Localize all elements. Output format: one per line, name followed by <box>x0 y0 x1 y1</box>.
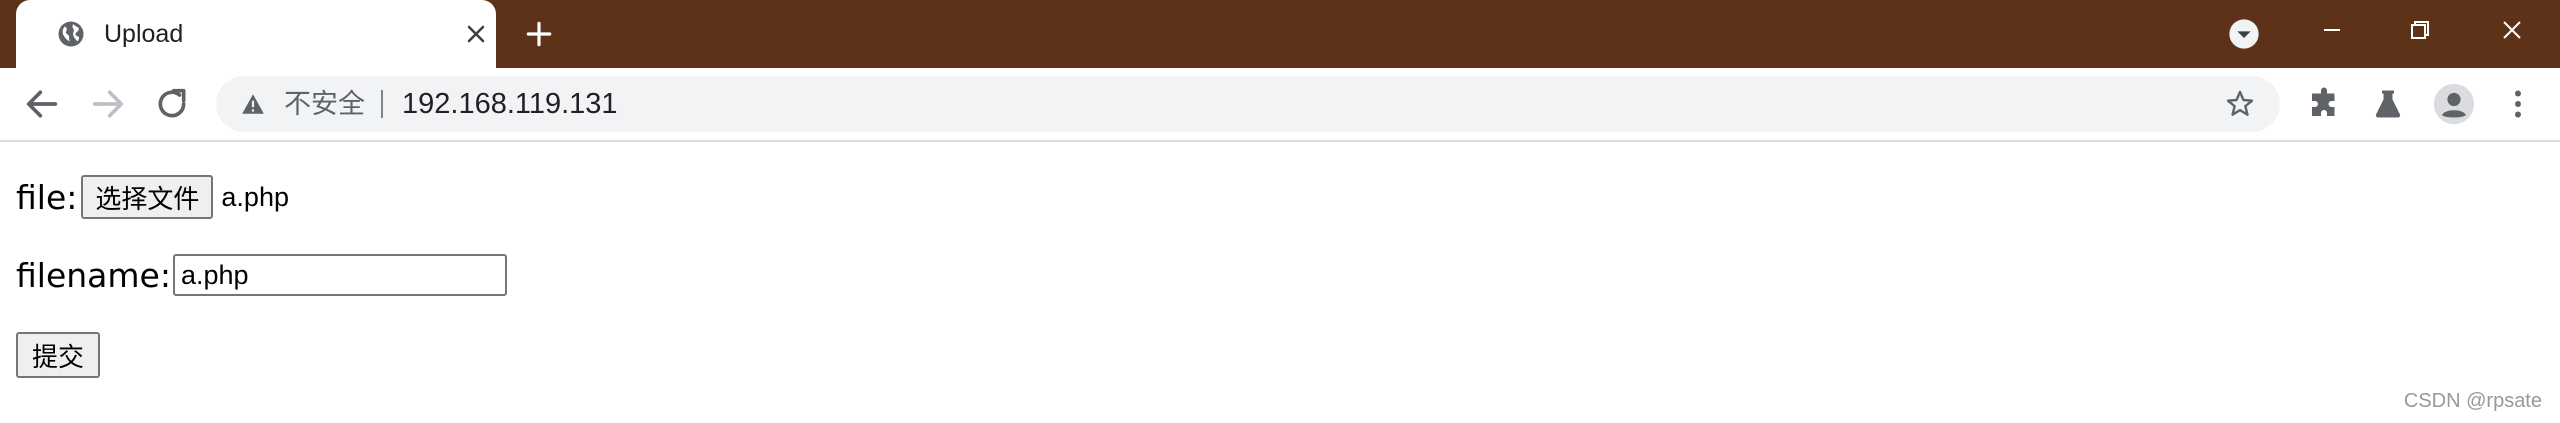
page-content: file: 选择文件 a.php filename: 提交 CSDN @rpsa… <box>0 142 2560 423</box>
tab-strip: Upload <box>0 0 2560 68</box>
labs-flask-icon[interactable] <box>2370 86 2406 122</box>
bookmark-star-icon[interactable] <box>2224 88 2256 120</box>
filename-label: filename: <box>16 255 171 295</box>
file-label: file: <box>16 177 78 217</box>
browser-window: Upload 不安全 192.168.119.131 file: 选择文件 a.… <box>0 0 2560 423</box>
back-icon[interactable] <box>22 84 62 124</box>
warning-icon[interactable] <box>240 91 266 117</box>
browser-toolbar: 不安全 192.168.119.131 <box>0 68 2560 142</box>
reload-icon[interactable] <box>152 84 192 124</box>
file-row: file: 选择文件 a.php <box>16 174 289 220</box>
choose-file-button[interactable]: 选择文件 <box>81 175 214 219</box>
omnibox-divider <box>381 90 383 118</box>
restore-icon[interactable] <box>2400 10 2440 50</box>
filename-row: filename: <box>16 252 507 298</box>
tab-upload[interactable]: Upload <box>16 0 496 68</box>
new-tab-icon[interactable] <box>523 18 555 50</box>
globe-icon <box>58 21 84 47</box>
more-menu-icon[interactable] <box>2500 86 2536 122</box>
close-tab-icon[interactable] <box>464 22 488 46</box>
minimize-icon[interactable] <box>2312 10 2352 50</box>
watermark: CSDN @rpsate <box>2403 390 2542 412</box>
forward-icon[interactable] <box>88 84 128 124</box>
tab-search-icon[interactable] <box>2228 18 2260 50</box>
tab-title: Upload <box>104 20 184 48</box>
filename-input[interactable] <box>172 254 507 296</box>
url-text[interactable]: 192.168.119.131 <box>402 88 618 120</box>
close-window-icon[interactable] <box>2492 10 2532 50</box>
address-bar[interactable]: 不安全 192.168.119.131 <box>216 76 2280 132</box>
security-label[interactable]: 不安全 <box>284 89 365 119</box>
chosen-file-name: a.php <box>221 181 289 212</box>
extensions-icon[interactable] <box>2306 86 2342 122</box>
profile-avatar-icon[interactable] <box>2432 82 2476 126</box>
submit-button[interactable]: 提交 <box>16 332 101 378</box>
